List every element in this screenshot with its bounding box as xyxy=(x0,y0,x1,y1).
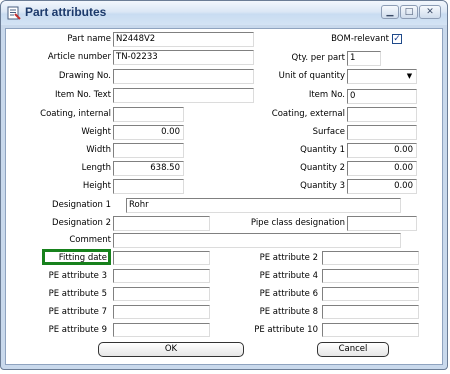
length-label: Length xyxy=(81,163,111,173)
coating-internal-field[interactable] xyxy=(113,107,184,122)
quantity-2-field[interactable]: 0.00 xyxy=(347,161,417,176)
maximize-icon[interactable]: □ xyxy=(400,5,418,19)
surface-label: Surface xyxy=(312,127,345,137)
pe-attribute-2-field[interactable] xyxy=(322,251,419,265)
comment-label: Comment xyxy=(69,235,111,245)
designation-1-label: Designation 1 xyxy=(52,200,111,210)
unit-of-quantity-dropdown[interactable]: ▼ xyxy=(347,69,417,84)
pe-attribute-6-label: PE attribute 6 xyxy=(259,289,318,299)
height-field[interactable] xyxy=(113,179,184,194)
designation-2-field[interactable] xyxy=(113,216,210,231)
dialog-body: Part name N2448V2 BOM-relevant ✓ Article… xyxy=(5,28,443,365)
pipe-class-designation-field[interactable] xyxy=(347,216,417,231)
drawing-no-field[interactable] xyxy=(113,69,254,84)
coating-internal-label: Coating, internal xyxy=(40,109,111,119)
pe-attribute-2-label: PE attribute 2 xyxy=(259,253,318,263)
pe-attribute-9-label: PE attribute 9 xyxy=(48,325,107,335)
quantity-1-field[interactable]: 0.00 xyxy=(347,143,417,158)
qty-per-part-label: Qty. per part xyxy=(291,53,346,63)
pe-attribute-6-field[interactable] xyxy=(322,287,419,301)
pe-attribute-10-field[interactable] xyxy=(322,323,419,337)
minimize-icon[interactable]: ▁ xyxy=(381,5,399,19)
fitting-date-label: Fitting date xyxy=(58,253,107,263)
ok-button[interactable]: OK xyxy=(98,342,244,357)
pe-attribute-7-field[interactable] xyxy=(113,305,210,319)
pe-attribute-5-field[interactable] xyxy=(113,287,210,301)
item-no-field[interactable]: 0 xyxy=(347,89,417,104)
pe-attribute-8-field[interactable] xyxy=(322,305,419,319)
quantity-2-label: Quantity 2 xyxy=(300,163,345,173)
item-no-text-field[interactable] xyxy=(113,88,254,103)
bom-relevant-label: BOM-relevant xyxy=(331,34,389,44)
pe-attribute-3-label: PE attribute 3 xyxy=(48,271,107,281)
pe-attribute-7-label: PE attribute 7 xyxy=(48,307,107,317)
weight-label: Weight xyxy=(81,127,111,137)
window-controls: ▁ □ ✕ xyxy=(381,5,441,19)
coating-external-label: Coating, external xyxy=(271,109,345,119)
part-name-label: Part name xyxy=(67,34,111,44)
close-icon[interactable]: ✕ xyxy=(419,5,441,19)
pe-attribute-4-field[interactable] xyxy=(322,269,419,283)
pe-attribute-9-field[interactable] xyxy=(113,323,210,337)
pe-attribute-10-label: PE attribute 10 xyxy=(254,325,318,335)
article-number-field[interactable]: TN-02233 xyxy=(113,50,254,65)
height-label: Height xyxy=(82,181,111,191)
quantity-3-field[interactable]: 0.00 xyxy=(347,179,417,194)
surface-field[interactable] xyxy=(347,125,417,140)
part-name-field[interactable]: N2448V2 xyxy=(113,32,254,47)
fitting-date-field[interactable] xyxy=(113,251,210,265)
pe-attribute-5-label: PE attribute 5 xyxy=(48,289,107,299)
weight-field[interactable]: 0.00 xyxy=(113,125,184,140)
cancel-button[interactable]: Cancel xyxy=(317,342,389,357)
form-icon xyxy=(7,6,21,20)
width-field[interactable] xyxy=(113,143,184,158)
length-field[interactable]: 638.50 xyxy=(113,161,184,176)
pe-attribute-8-label: PE attribute 8 xyxy=(259,307,318,317)
unit-of-quantity-label: Unit of quantity xyxy=(278,71,345,81)
qty-per-part-field[interactable]: 1 xyxy=(347,51,381,66)
window-title: Part attributes xyxy=(25,5,107,19)
article-number-label: Article number xyxy=(47,52,111,62)
quantity-1-label: Quantity 1 xyxy=(300,145,345,155)
title-bar[interactable]: Part attributes ▁ □ ✕ xyxy=(1,1,447,25)
drawing-no-label: Drawing No. xyxy=(58,71,111,81)
pipe-class-designation-label: Pipe class designation xyxy=(250,218,345,228)
quantity-3-label: Quantity 3 xyxy=(300,181,345,191)
item-no-label: Item No. xyxy=(308,90,345,100)
part-attributes-dialog: Part attributes ▁ □ ✕ Part name N2448V2 … xyxy=(0,0,448,370)
width-label: Width xyxy=(86,145,111,155)
item-no-text-label: Item No. Text xyxy=(54,90,111,100)
coating-external-field[interactable] xyxy=(347,107,417,122)
comment-field[interactable] xyxy=(113,233,401,248)
bom-relevant-checkbox[interactable]: ✓ xyxy=(392,34,402,44)
pe-attribute-3-field[interactable] xyxy=(113,269,210,283)
chevron-down-icon[interactable]: ▼ xyxy=(404,71,415,82)
designation-2-label: Designation 2 xyxy=(52,218,111,228)
pe-attribute-4-label: PE attribute 4 xyxy=(259,271,318,281)
designation-1-field[interactable]: Rohr xyxy=(126,198,401,213)
